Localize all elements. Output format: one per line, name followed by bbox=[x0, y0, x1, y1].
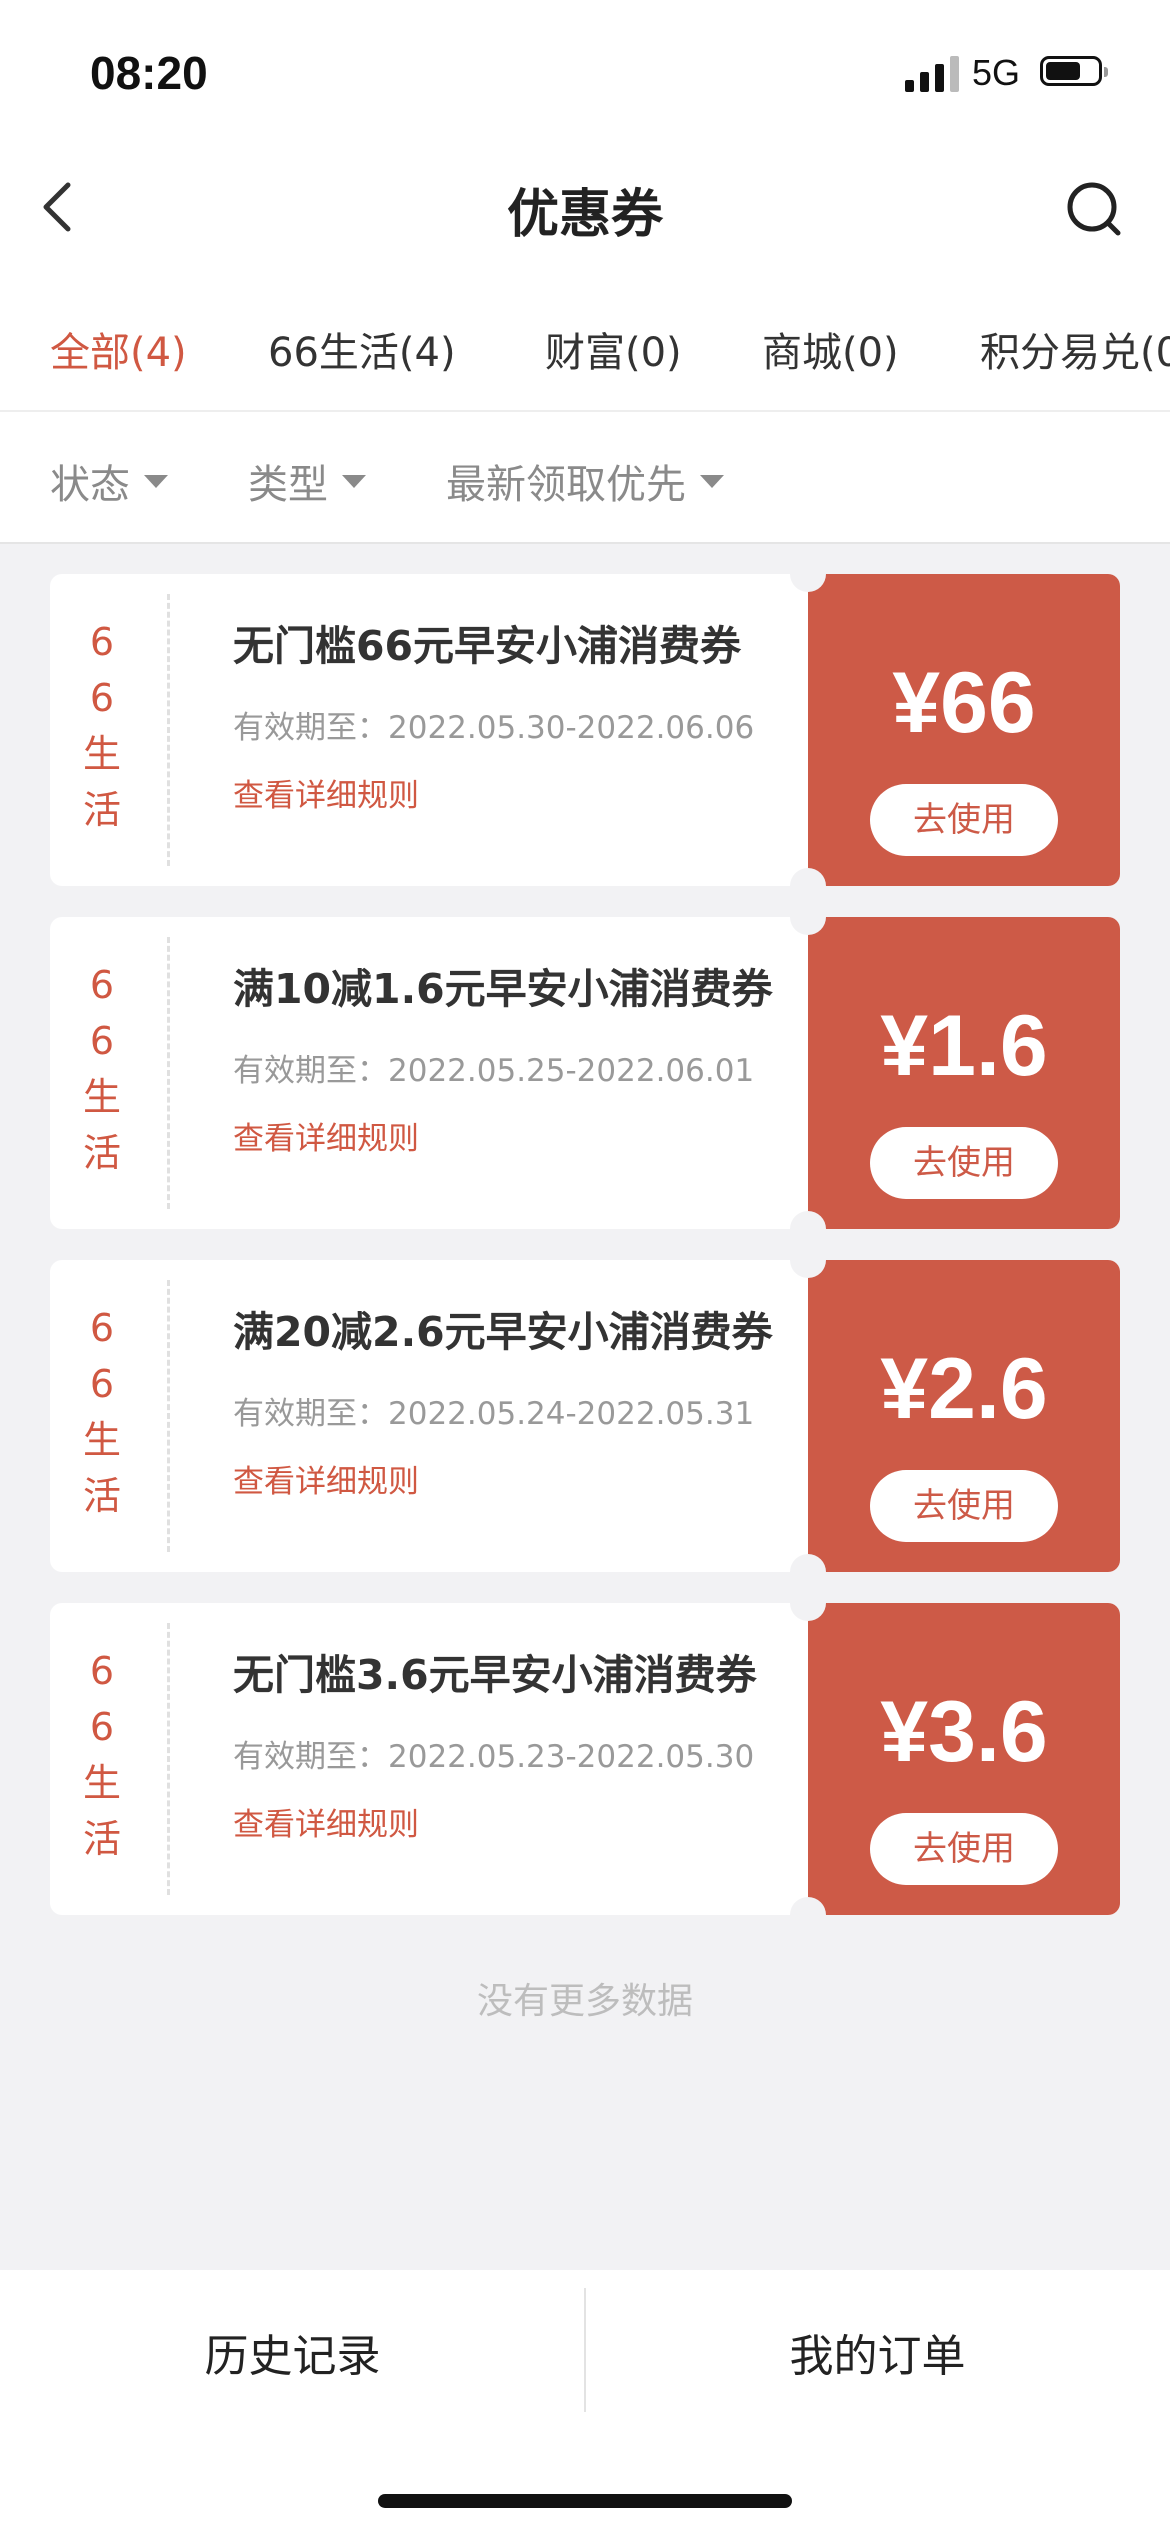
coupon-name: 满20减2.6元早安小浦消费券 bbox=[233, 1308, 773, 1356]
caret-down-icon bbox=[144, 474, 168, 488]
use-coupon-button[interactable]: 去使用 bbox=[870, 1470, 1058, 1542]
coupon-name: 无门槛66元早安小浦消费券 bbox=[233, 622, 742, 670]
filter-bar: 状态 类型 最新领取优先 bbox=[0, 412, 1170, 544]
use-coupon-button[interactable]: 去使用 bbox=[870, 784, 1058, 856]
tab-66-life[interactable]: 66生活(4) bbox=[268, 320, 456, 378]
coupon-amount: ¥3.6 bbox=[880, 1684, 1048, 1780]
my-orders-button[interactable]: 我的订单 bbox=[585, 2320, 1170, 2384]
brand-char: 6 bbox=[89, 1362, 115, 1406]
filter-sort-label: 最新领取优先 bbox=[446, 462, 686, 508]
coupon-value-panel: ¥1.6 去使用 bbox=[808, 917, 1120, 1229]
battery-icon bbox=[1040, 56, 1108, 86]
coupon-value-panel: ¥66 去使用 bbox=[808, 574, 1120, 886]
divider bbox=[167, 594, 170, 866]
notch bbox=[790, 899, 826, 935]
brand-char: 生 bbox=[82, 1761, 121, 1805]
notch bbox=[790, 556, 826, 592]
tab-all[interactable]: 全部(4) bbox=[50, 320, 187, 378]
tab-wealth[interactable]: 财富(0) bbox=[545, 320, 682, 378]
network-type: 5G bbox=[972, 52, 1021, 93]
status-bar: 08:20 5G bbox=[0, 0, 1170, 150]
brand-char: 6 bbox=[89, 1705, 115, 1749]
coupon-card[interactable]: ¥66 去使用 6 6 生 活 无门槛66元早安小浦消费券 有效期至：2022.… bbox=[50, 556, 1120, 904]
brand-char: 6 bbox=[89, 1649, 115, 1693]
brand-char: 6 bbox=[89, 620, 115, 664]
notch bbox=[790, 1585, 826, 1621]
filter-status-label: 状态 bbox=[50, 462, 130, 508]
brand-char: 生 bbox=[82, 1418, 121, 1462]
coupon-card[interactable]: ¥3.6 去使用 6 6 生 活 无门槛3.6元早安小浦消费券 有效期至：202… bbox=[50, 1585, 1120, 1933]
coupon-card[interactable]: ¥2.6 去使用 6 6 生 活 满20减2.6元早安小浦消费券 有效期至：20… bbox=[50, 1242, 1120, 1590]
brand-char: 生 bbox=[82, 732, 121, 776]
bottom-bar: 历史记录 我的订单 bbox=[0, 2270, 1170, 2532]
divider bbox=[167, 1280, 170, 1552]
coupon-brand-label: 6 6 生 活 bbox=[72, 1643, 132, 1867]
brand-char: 6 bbox=[89, 676, 115, 720]
nav-header: 优惠券 bbox=[0, 150, 1170, 260]
search-icon[interactable] bbox=[1055, 170, 1135, 250]
view-rules-link[interactable]: 查看详细规则 bbox=[233, 1799, 419, 1844]
coupon-validity: 有效期至：2022.05.30-2022.06.06 bbox=[233, 710, 755, 746]
coupon-brand-label: 6 6 生 活 bbox=[72, 1300, 132, 1524]
no-more-data: 没有更多数据 bbox=[476, 1981, 693, 2022]
filter-type[interactable]: 类型 bbox=[248, 452, 366, 510]
tab-points[interactable]: 积分易兑(0) bbox=[980, 320, 1170, 378]
view-rules-link[interactable]: 查看详细规则 bbox=[233, 1456, 419, 1501]
caret-down-icon bbox=[700, 474, 724, 488]
view-rules-link[interactable]: 查看详细规则 bbox=[233, 1113, 419, 1158]
coupon-brand-label: 6 6 生 活 bbox=[72, 614, 132, 838]
brand-char: 6 bbox=[89, 1019, 115, 1063]
coupon-value-panel: ¥3.6 去使用 bbox=[808, 1603, 1120, 1915]
filter-sort[interactable]: 最新领取优先 bbox=[446, 452, 724, 510]
divider bbox=[167, 937, 170, 1209]
history-button[interactable]: 历史记录 bbox=[0, 2320, 585, 2384]
brand-char: 生 bbox=[82, 1075, 121, 1119]
status-time: 08:20 bbox=[90, 47, 208, 99]
coupon-amount: ¥2.6 bbox=[880, 1341, 1048, 1437]
page-title: 优惠券 bbox=[506, 185, 663, 245]
brand-char: 活 bbox=[82, 1817, 121, 1861]
coupon-name: 无门槛3.6元早安小浦消费券 bbox=[233, 1651, 757, 1699]
divider bbox=[167, 1623, 170, 1895]
filter-status[interactable]: 状态 bbox=[50, 452, 168, 510]
tab-mall[interactable]: 商城(0) bbox=[762, 320, 899, 378]
use-coupon-button[interactable]: 去使用 bbox=[870, 1813, 1058, 1885]
coupon-amount: ¥66 bbox=[892, 655, 1036, 751]
use-coupon-button[interactable]: 去使用 bbox=[870, 1127, 1058, 1199]
coupon-amount: ¥1.6 bbox=[880, 998, 1048, 1094]
view-rules-link[interactable]: 查看详细规则 bbox=[233, 770, 419, 815]
brand-char: 活 bbox=[82, 1131, 121, 1175]
coupon-validity: 有效期至：2022.05.24-2022.05.31 bbox=[233, 1396, 755, 1432]
coupon-value-panel: ¥2.6 去使用 bbox=[808, 1260, 1120, 1572]
brand-char: 活 bbox=[82, 788, 121, 832]
brand-char: 6 bbox=[89, 963, 115, 1007]
coupon-name: 满10减1.6元早安小浦消费券 bbox=[233, 965, 773, 1013]
coupon-validity: 有效期至：2022.05.25-2022.06.01 bbox=[233, 1053, 755, 1089]
caret-down-icon bbox=[342, 474, 366, 488]
filter-type-label: 类型 bbox=[248, 462, 328, 508]
signal-icon bbox=[905, 54, 959, 92]
category-tabs: 全部(4) 66生活(4) 财富(0) 商城(0) 积分易兑(0) bbox=[0, 260, 1170, 412]
coupon-card[interactable]: ¥1.6 去使用 6 6 生 活 满10减1.6元早安小浦消费券 有效期至：20… bbox=[50, 899, 1120, 1247]
brand-char: 6 bbox=[89, 1306, 115, 1350]
home-indicator bbox=[378, 2494, 792, 2508]
coupon-brand-label: 6 6 生 活 bbox=[72, 957, 132, 1181]
notch bbox=[790, 1242, 826, 1278]
coupon-validity: 有效期至：2022.05.23-2022.05.30 bbox=[233, 1739, 755, 1775]
notch bbox=[790, 1897, 826, 1933]
brand-char: 活 bbox=[82, 1474, 121, 1518]
